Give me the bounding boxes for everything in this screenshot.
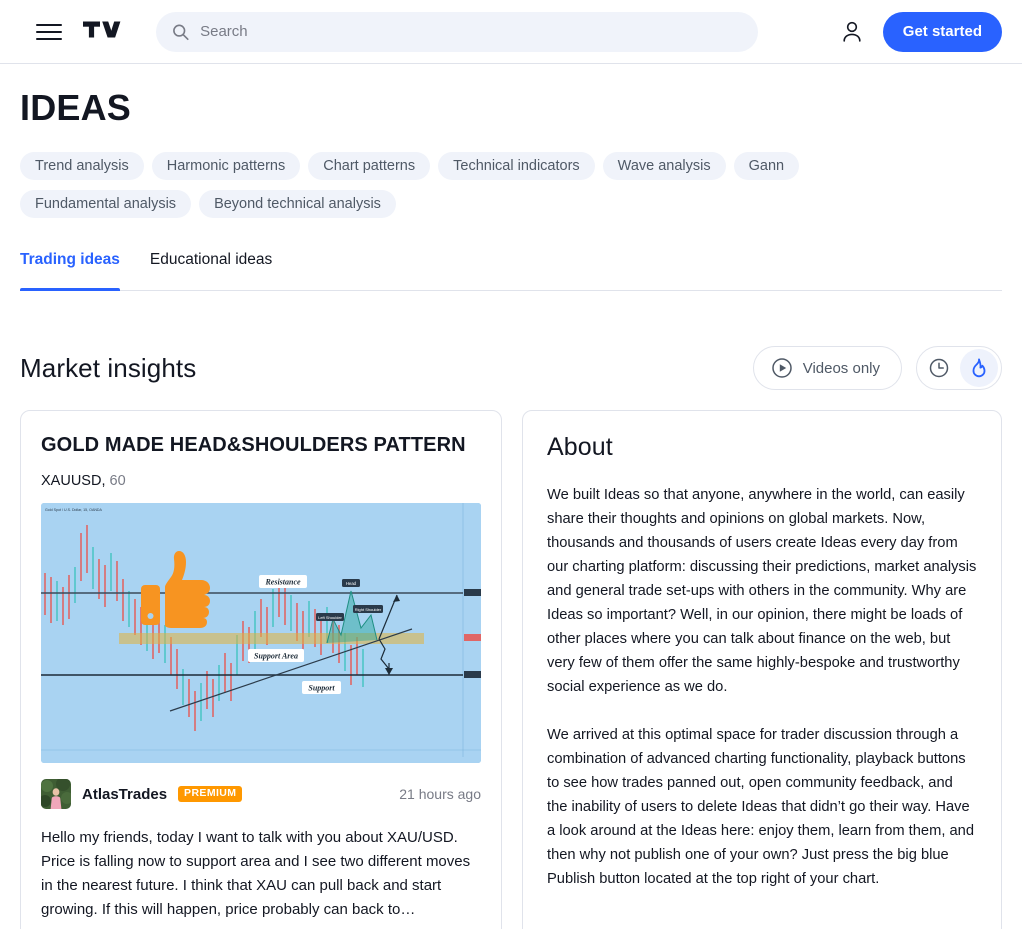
chip-chart-patterns[interactable]: Chart patterns <box>308 152 431 180</box>
header-right-actions: Get started <box>839 11 1002 52</box>
tab-educational-ideas[interactable]: Educational ideas <box>150 250 272 290</box>
user-account-icon[interactable] <box>839 19 865 45</box>
search-icon <box>173 24 189 40</box>
videos-only-button[interactable]: Videos only <box>752 346 902 390</box>
chart-thumbnail-graphic: Gold Spot / U.S. Dollar, 15, OANDA Resis… <box>41 503 481 763</box>
label-right-shoulder: Right Shoulder <box>353 605 383 613</box>
videos-only-label: Videos only <box>802 359 880 377</box>
about-title: About <box>547 433 613 461</box>
chip-technical-indicators[interactable]: Technical indicators <box>438 152 595 180</box>
svg-text:Support Area: Support Area <box>254 652 298 661</box>
clock-icon <box>929 358 949 378</box>
chip-wave-analysis[interactable]: Wave analysis <box>602 152 726 180</box>
about-paragraph-2: We arrived at this optimal space for tra… <box>547 727 975 887</box>
label-support-area: Support Area <box>248 649 304 662</box>
tradingview-logo-icon[interactable] <box>82 18 122 46</box>
chip-trend-analysis[interactable]: Trend analysis <box>20 152 144 180</box>
section-filter-actions: Videos only <box>752 346 1002 390</box>
idea-author-row: AtlasTrades PREMIUM 21 hours ago <box>41 779 481 809</box>
chip-harmonic-patterns[interactable]: Harmonic patterns <box>151 152 301 180</box>
page-title: IDEAS <box>20 87 132 128</box>
about-card: About We built Ideas so that anyone, any… <box>522 410 1002 929</box>
chip-beyond-technical-analysis[interactable]: Beyond technical analysis <box>199 190 396 218</box>
svg-text:Right Shoulder: Right Shoulder <box>355 607 382 612</box>
premium-badge: PREMIUM <box>178 786 243 802</box>
idea-card: GOLD MADE HEAD&SHOULDERS PATTERN XAUUSD,… <box>20 410 502 929</box>
label-support: Support <box>302 681 341 694</box>
thumbnail-chart-title: Gold Spot / U.S. Dollar, 15, OANDA <box>45 508 103 512</box>
sort-toggle-group <box>916 346 1002 390</box>
about-paragraph-1: We built Ideas so that anyone, anywhere … <box>547 487 977 695</box>
get-started-button[interactable]: Get started <box>882 11 1002 52</box>
idea-timestamp: 21 hours ago <box>399 786 481 802</box>
author-name[interactable]: AtlasTrades <box>82 786 167 803</box>
section-title: Market insights <box>20 352 197 383</box>
sort-recent-button[interactable] <box>920 349 958 387</box>
svg-text:Head: Head <box>346 581 357 586</box>
play-circle-icon <box>771 358 792 378</box>
label-head: Head <box>342 579 360 587</box>
hamburger-menu-icon[interactable] <box>36 19 62 45</box>
top-header: Get started <box>0 0 1022 64</box>
idea-chart-thumbnail[interactable]: Gold Spot / U.S. Dollar, 15, OANDA Resis… <box>41 503 481 763</box>
avatar[interactable] <box>41 779 71 809</box>
idea-symbol[interactable]: XAUUSD <box>41 473 101 489</box>
tab-bar: Trading ideas Educational ideas <box>20 250 1002 291</box>
svg-text:Resistance: Resistance <box>264 578 301 587</box>
svg-text:Support: Support <box>308 684 335 693</box>
idea-symbol-separator: , <box>101 473 106 489</box>
chip-gann[interactable]: Gann <box>733 152 800 180</box>
idea-description: Hello my friends, today I want to talk w… <box>41 829 471 918</box>
label-left-shoulder: Left Shoulder <box>316 613 344 621</box>
flame-icon <box>972 358 986 378</box>
support-area-band <box>119 633 424 644</box>
sort-popular-button[interactable] <box>960 349 998 387</box>
idea-timeframe: 60 <box>109 473 126 489</box>
page-body: IDEAS Trend analysis Harmonic patterns C… <box>0 86 1022 929</box>
chip-fundamental-analysis[interactable]: Fundamental analysis <box>20 190 192 218</box>
search-bar[interactable] <box>156 11 758 52</box>
svg-text:Left Shoulder: Left Shoulder <box>318 615 342 620</box>
tradingview-logo-glyph <box>83 21 121 37</box>
tab-trading-ideas[interactable]: Trading ideas <box>20 250 120 291</box>
idea-title[interactable]: GOLD MADE HEAD&SHOULDERS PATTERN <box>41 431 481 459</box>
label-resistance: Resistance <box>259 575 307 588</box>
search-input[interactable] <box>200 11 742 52</box>
category-chip-list: Trend analysis Harmonic patterns Chart p… <box>20 152 880 218</box>
market-insights-header: Market insights Videos only <box>20 346 1002 390</box>
avatar-image <box>41 779 71 809</box>
idea-symbol-row: XAUUSD, 60 <box>41 473 481 489</box>
content-cards: GOLD MADE HEAD&SHOULDERS PATTERN XAUUSD,… <box>20 410 1002 929</box>
